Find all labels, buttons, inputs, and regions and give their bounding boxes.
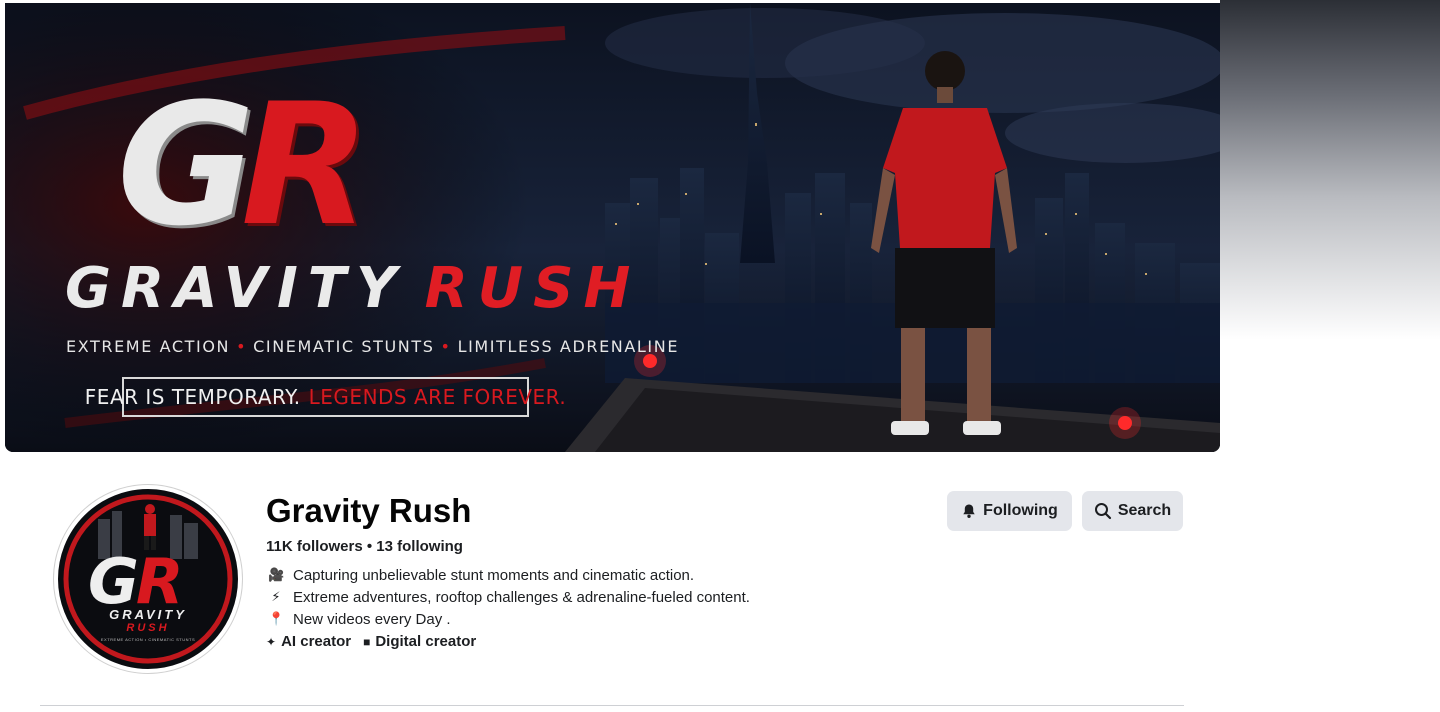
profile-avatar[interactable]: GR GRAVITY RUSH EXTREME ACTION • CINEMAT… [54,485,242,673]
background-gradient [1220,0,1440,340]
search-icon [1094,502,1112,520]
cover-motto: FEAR IS TEMPORARY. LEGENDS ARE FOREVER. [85,377,566,417]
cover-photo[interactable]: GR GRAVITY RUSH EXTREME ACTION • CINEMATIC … [5,3,1220,452]
avatar-small-text: EXTREME ACTION • CINEMATIC STUNTS [100,637,196,642]
follower-stats[interactable]: 11K followers • 13 following [266,538,463,555]
category-digital-creator[interactable]: ■ Digital creator [363,633,476,650]
cover-title-word-1: GRAVITY [65,256,407,321]
cover-logo-r: R [240,67,370,263]
pin-icon: 📍 [268,611,285,626]
category-label: Digital creator [375,633,477,650]
avatar-word-1: GRAVITY [109,607,187,622]
category-label: AI creator [281,633,352,650]
cover-title-word-2: RUSH [424,256,641,321]
cover-title: GRAVITY RUSH [65,261,640,317]
bio-text: Capturing unbelievable stunt moments and… [293,566,695,584]
lightning-icon: ⚡ [271,589,281,604]
tagline-item: CINEMATIC STUNTS [253,337,435,356]
tagline-item: LIMITLESS ADRENALINE [457,337,680,356]
category-ai-creator[interactable]: ✦ AI creator [266,633,351,650]
briefcase-icon: ■ [363,634,371,649]
tagline-separator: • [440,337,452,356]
bio: 🎥 Capturing unbelievable stunt moments a… [268,564,750,630]
cover-logo-g: G [117,67,255,263]
avatar-word-2: RUSH [126,622,170,634]
following-label: Following [983,502,1058,519]
bio-text: Extreme adventures, rooftop challenges &… [293,588,750,606]
category-list: ✦ AI creator ■ Digital creator [266,633,488,650]
section-divider [40,705,1184,706]
motto-part-1: FEAR IS TEMPORARY. [84,385,301,409]
motto-part-2: LEGENDS ARE FOREVER. [308,385,567,409]
cover-logo: GR [117,81,370,249]
cover-brand: GR GRAVITY RUSH EXTREME ACTION • CINEMATIC … [5,3,677,452]
tagline-item: EXTREME ACTION [66,337,231,356]
sparkle-icon: ✦ [266,634,277,649]
page-title[interactable]: Gravity Rush [266,492,471,530]
bio-line: 🎥 Capturing unbelievable stunt moments a… [268,564,750,586]
cover-tagline: EXTREME ACTION • CINEMATIC STUNTS • LIMITLES… [66,337,679,356]
avatar-logo: GR [88,551,184,613]
search-label: Search [1117,502,1172,519]
following-button[interactable]: Following [947,491,1072,531]
bio-text: New videos every Day . [293,610,451,628]
bell-icon [961,503,977,519]
movie-camera-icon: 🎥 [268,567,285,582]
tagline-separator: • [236,337,248,356]
search-button[interactable]: Search [1082,491,1183,531]
bio-line: ⚡ Extreme adventures, rooftop challenges… [268,586,750,608]
bio-line: 📍 New videos every Day . [268,608,750,630]
